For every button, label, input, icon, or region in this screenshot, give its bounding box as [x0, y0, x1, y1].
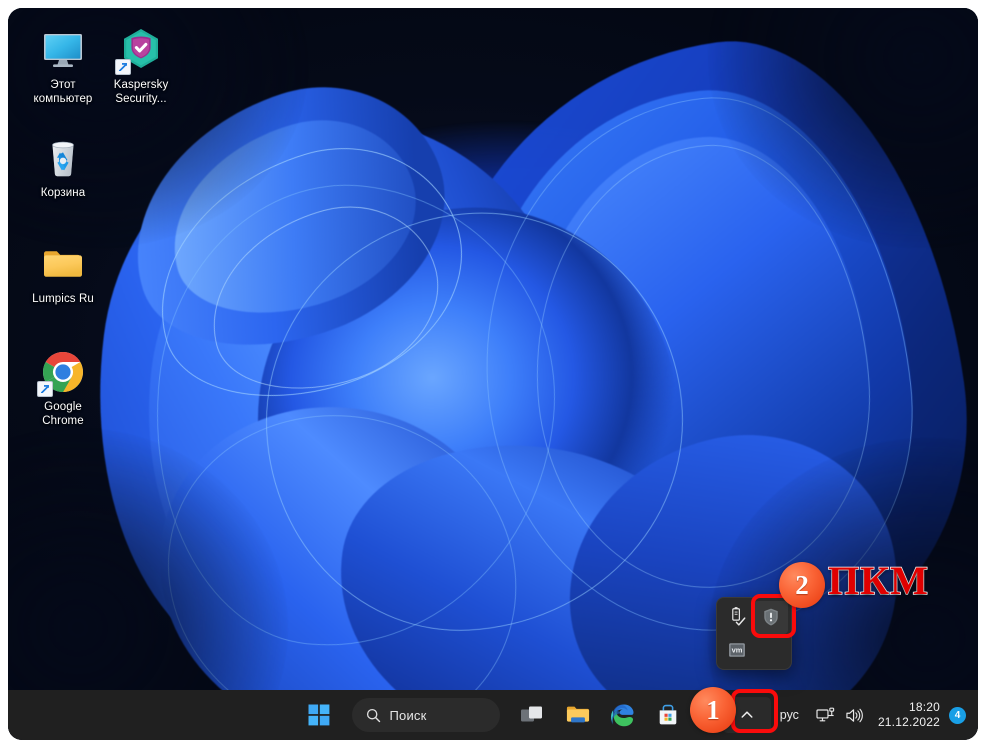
annotation-pkm-text: ПКМ	[827, 557, 929, 604]
shortcut-overlay-icon	[37, 381, 53, 397]
microsoft-store-button[interactable]	[648, 695, 688, 735]
vmware-tray-icon[interactable]: vm	[720, 634, 754, 667]
desktop-icon-kaspersky[interactable]: Kaspersky Security...	[96, 26, 186, 106]
annotation-step-1: 1	[690, 687, 736, 733]
tray-status-icons[interactable]	[806, 707, 874, 724]
recycle-bin-icon	[39, 134, 87, 182]
annotation-step-2-label: 2	[795, 569, 809, 600]
desktop-icon-label: Корзина	[40, 187, 86, 199]
kaspersky-shield-icon	[115, 26, 165, 75]
volume-icon	[846, 708, 863, 722]
screenshot-root: Этот компьютер Kaspersky Security... Кор…	[0, 0, 986, 748]
desktop-icon-this-pc[interactable]: Этот компьютер	[18, 26, 108, 106]
shortcut-overlay-icon	[115, 59, 131, 75]
annotation-step-1-label: 1	[706, 694, 720, 725]
vm-icon: vm	[729, 642, 745, 657]
monitor-icon	[39, 26, 87, 74]
annotation-step-2: 2	[779, 562, 825, 608]
desktop-icon-google-chrome[interactable]: Google Chrome	[18, 348, 108, 428]
desktop-icon-label: Lumpics Ru	[32, 293, 94, 305]
search-icon	[366, 708, 380, 722]
flyout-empty-cell	[754, 634, 788, 667]
file-explorer-button[interactable]	[558, 695, 598, 735]
microsoft-edge-icon	[611, 704, 634, 726]
clock-time: 18:20	[908, 700, 940, 714]
task-view-button[interactable]	[513, 695, 553, 735]
edge-button[interactable]	[603, 695, 643, 735]
taskbar[interactable]: Поиск рус 18:20 21.12.2022 4	[8, 690, 978, 740]
desktop-icon-label: Kaspersky Security...	[113, 79, 169, 105]
usb-eject-icon	[732, 607, 746, 626]
notification-badge[interactable]: 4	[949, 706, 966, 724]
clock-and-date[interactable]: 18:20 21.12.2022	[874, 700, 949, 730]
network-icon	[816, 707, 835, 721]
folder-icon	[566, 706, 589, 723]
desktop-wallpaper	[8, 8, 978, 740]
tray-chevron-highlight	[731, 689, 778, 733]
microsoft-store-icon	[659, 704, 676, 725]
desktop-icon-label: Этот компьютер	[33, 79, 93, 105]
svg-text:vm: vm	[732, 645, 743, 654]
google-chrome-icon	[37, 348, 87, 397]
desktop-icon-lumpics-ru[interactable]: Lumpics Ru	[18, 240, 108, 307]
search-placeholder: Поиск	[389, 707, 427, 723]
windows-logo-icon	[308, 704, 329, 726]
task-view-icon	[520, 706, 542, 722]
clock-date: 21.12.2022	[877, 715, 940, 729]
desktop-icon-recycle-bin[interactable]: Корзина	[18, 134, 108, 201]
search-input[interactable]: Поиск	[351, 698, 500, 732]
desktop-icon-label: Google Chrome	[42, 401, 84, 427]
windows-desktop[interactable]: Этот компьютер Kaspersky Security... Кор…	[8, 8, 978, 740]
start-button[interactable]	[299, 695, 339, 735]
safely-remove-hardware-icon[interactable]	[720, 601, 754, 634]
folder-icon	[39, 240, 87, 288]
